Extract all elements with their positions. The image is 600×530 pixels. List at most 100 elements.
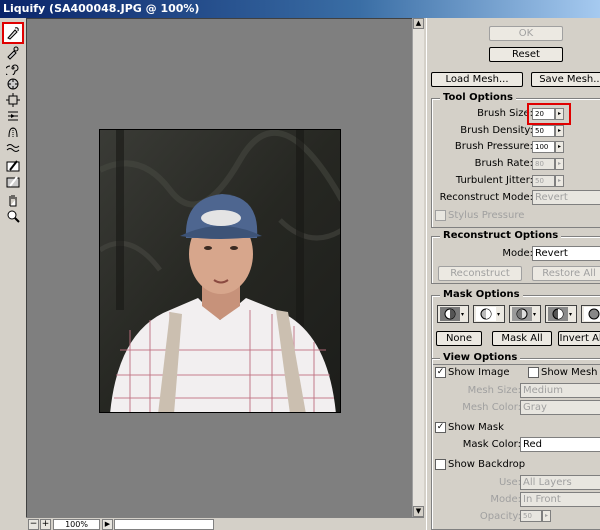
mirror-tool[interactable] bbox=[4, 124, 22, 140]
invert-all-button[interactable]: Invert All bbox=[558, 331, 600, 346]
mesh-color-select: Gray bbox=[520, 400, 600, 415]
opacity-arrow-icon: ▸ bbox=[542, 510, 551, 522]
options-panel: OK Reset Load Mesh... Save Mesh... Tool … bbox=[426, 18, 600, 530]
turbulent-jitter-label: Turbulent Jitter: bbox=[455, 175, 533, 186]
mirror-icon bbox=[8, 127, 18, 138]
replace-selection-button[interactable]: ▾ bbox=[437, 305, 469, 323]
use-label: Use: bbox=[498, 477, 521, 488]
replace-selection-icon bbox=[440, 307, 460, 321]
show-mesh-checkbox[interactable] bbox=[528, 367, 539, 378]
scroll-down-icon[interactable]: ▼ bbox=[413, 506, 424, 517]
preview-canvas[interactable] bbox=[26, 18, 412, 517]
mask-all-button[interactable]: Mask All bbox=[492, 331, 552, 346]
reconstruct-mode-dropdown[interactable]: Revert bbox=[532, 246, 600, 261]
bloat-icon bbox=[6, 93, 20, 107]
tool-palette bbox=[0, 18, 26, 530]
view-options-title: View Options bbox=[440, 352, 521, 363]
invert-selection-button[interactable] bbox=[581, 305, 600, 323]
horizontal-scroll-track[interactable] bbox=[114, 519, 214, 530]
window-title: Liquify (SA400048.JPG @ 100%) bbox=[0, 0, 600, 18]
push-left-icon bbox=[8, 111, 18, 121]
scroll-up-icon[interactable]: ▲ bbox=[413, 18, 424, 29]
thaw-mask-icon bbox=[6, 176, 20, 188]
mesh-size-select: Medium bbox=[520, 383, 600, 398]
turbulent-jitter-arrow-icon: ▸ bbox=[555, 175, 564, 187]
view-options-group: View Options ✓ Show Image Show Mesh Mesh… bbox=[431, 352, 600, 530]
status-bar: − + 100% ▶ bbox=[26, 517, 424, 530]
save-mesh-button[interactable]: Save Mesh... bbox=[531, 72, 600, 87]
forward-warp-tool[interactable] bbox=[2, 22, 24, 44]
mesh-size-label: Mesh Size: bbox=[467, 385, 521, 396]
opacity-label: Opacity: bbox=[479, 511, 521, 522]
reset-button[interactable]: Reset bbox=[489, 47, 563, 62]
hand-icon bbox=[9, 195, 17, 207]
play-arrow-icon[interactable]: ▶ bbox=[102, 519, 113, 530]
subtract-from-selection-button[interactable]: ▾ bbox=[509, 305, 541, 323]
forward-warp-icon bbox=[7, 27, 19, 40]
zoom-icon bbox=[7, 210, 20, 223]
show-mesh-label: Show Mesh bbox=[541, 367, 598, 378]
reconstruct-icon bbox=[7, 46, 19, 60]
use-select: All Layers bbox=[520, 475, 600, 490]
invert-selection-icon bbox=[584, 307, 600, 321]
stylus-pressure-checkbox bbox=[435, 210, 446, 221]
bloat-tool[interactable] bbox=[4, 92, 22, 108]
show-image-checkbox[interactable]: ✓ bbox=[435, 367, 446, 378]
show-mask-label: Show Mask bbox=[448, 422, 504, 433]
add-to-selection-button[interactable]: ▾ bbox=[473, 305, 505, 323]
mesh-color-label: Mesh Color: bbox=[462, 402, 521, 413]
intersect-selection-button[interactable]: ▾ bbox=[545, 305, 577, 323]
brush-pressure-input[interactable]: 100 bbox=[532, 141, 555, 153]
show-mask-checkbox[interactable]: ✓ bbox=[435, 422, 446, 433]
show-backdrop-checkbox[interactable] bbox=[435, 459, 446, 470]
preview-image[interactable] bbox=[99, 129, 341, 413]
brush-size-highlight bbox=[527, 103, 571, 125]
mask-color-select[interactable]: Red bbox=[520, 437, 600, 452]
reconstruct-options-title: Reconstruct Options bbox=[440, 230, 562, 241]
reconstruct-button: Reconstruct bbox=[438, 266, 522, 281]
mask-none-button[interactable]: None bbox=[436, 331, 482, 346]
freeze-mask-tool[interactable] bbox=[4, 158, 22, 174]
brush-rate-input: 80 bbox=[532, 158, 555, 170]
hand-tool[interactable] bbox=[4, 192, 22, 208]
pucker-tool[interactable] bbox=[4, 76, 22, 92]
brush-pressure-label: Brush Pressure: bbox=[454, 141, 533, 152]
twirl-icon bbox=[6, 64, 19, 75]
freeze-mask-icon bbox=[6, 160, 20, 172]
backdrop-mode-select: In Front bbox=[520, 492, 600, 507]
turbulent-jitter-input: 50 bbox=[532, 175, 555, 187]
ok-button[interactable]: OK bbox=[489, 26, 563, 41]
push-left-tool[interactable] bbox=[4, 108, 22, 124]
brush-density-arrow-icon[interactable]: ▸ bbox=[555, 125, 564, 137]
opacity-input: 50 bbox=[520, 510, 542, 522]
show-image-label: Show Image bbox=[448, 367, 510, 378]
brush-pressure-arrow-icon[interactable]: ▸ bbox=[555, 141, 564, 153]
twirl-tool[interactable] bbox=[4, 60, 22, 76]
reconstruct-mode-select: Revert bbox=[532, 190, 600, 205]
add-to-selection-icon bbox=[476, 307, 496, 321]
zoom-level[interactable]: 100% bbox=[53, 519, 100, 530]
brush-density-label: Brush Density: bbox=[460, 125, 533, 136]
zoom-out-button[interactable]: − bbox=[28, 519, 39, 530]
reconstruct-tool[interactable] bbox=[4, 45, 22, 61]
intersect-selection-icon bbox=[548, 307, 568, 321]
zoom-tool[interactable] bbox=[4, 208, 22, 224]
subtract-from-selection-icon bbox=[512, 307, 532, 321]
reconstruct-mode-field-label: Mode: bbox=[502, 248, 533, 259]
brush-rate-label: Brush Rate: bbox=[474, 158, 533, 169]
zoom-in-button[interactable]: + bbox=[40, 519, 51, 530]
brush-size-label: Brush Size: bbox=[477, 108, 533, 119]
restore-all-button: Restore All bbox=[532, 266, 600, 281]
thaw-mask-tool[interactable] bbox=[4, 174, 22, 190]
backdrop-mode-label: Mode: bbox=[490, 494, 521, 505]
tool-options-title: Tool Options bbox=[440, 92, 516, 103]
vertical-scrollbar[interactable]: ▲ ▼ bbox=[412, 18, 424, 517]
reconstruct-mode-label: Reconstruct Mode: bbox=[439, 192, 533, 203]
stylus-pressure-label: Stylus Pressure bbox=[448, 210, 525, 221]
load-mesh-button[interactable]: Load Mesh... bbox=[431, 72, 523, 87]
pucker-icon bbox=[7, 78, 19, 90]
tool-options-group: Tool Options Brush Size: 20 ▸ Brush Dens… bbox=[431, 92, 600, 228]
turbulence-tool[interactable] bbox=[4, 140, 22, 156]
brush-density-input[interactable]: 50 bbox=[532, 125, 555, 137]
mask-options-title: Mask Options bbox=[440, 289, 523, 300]
